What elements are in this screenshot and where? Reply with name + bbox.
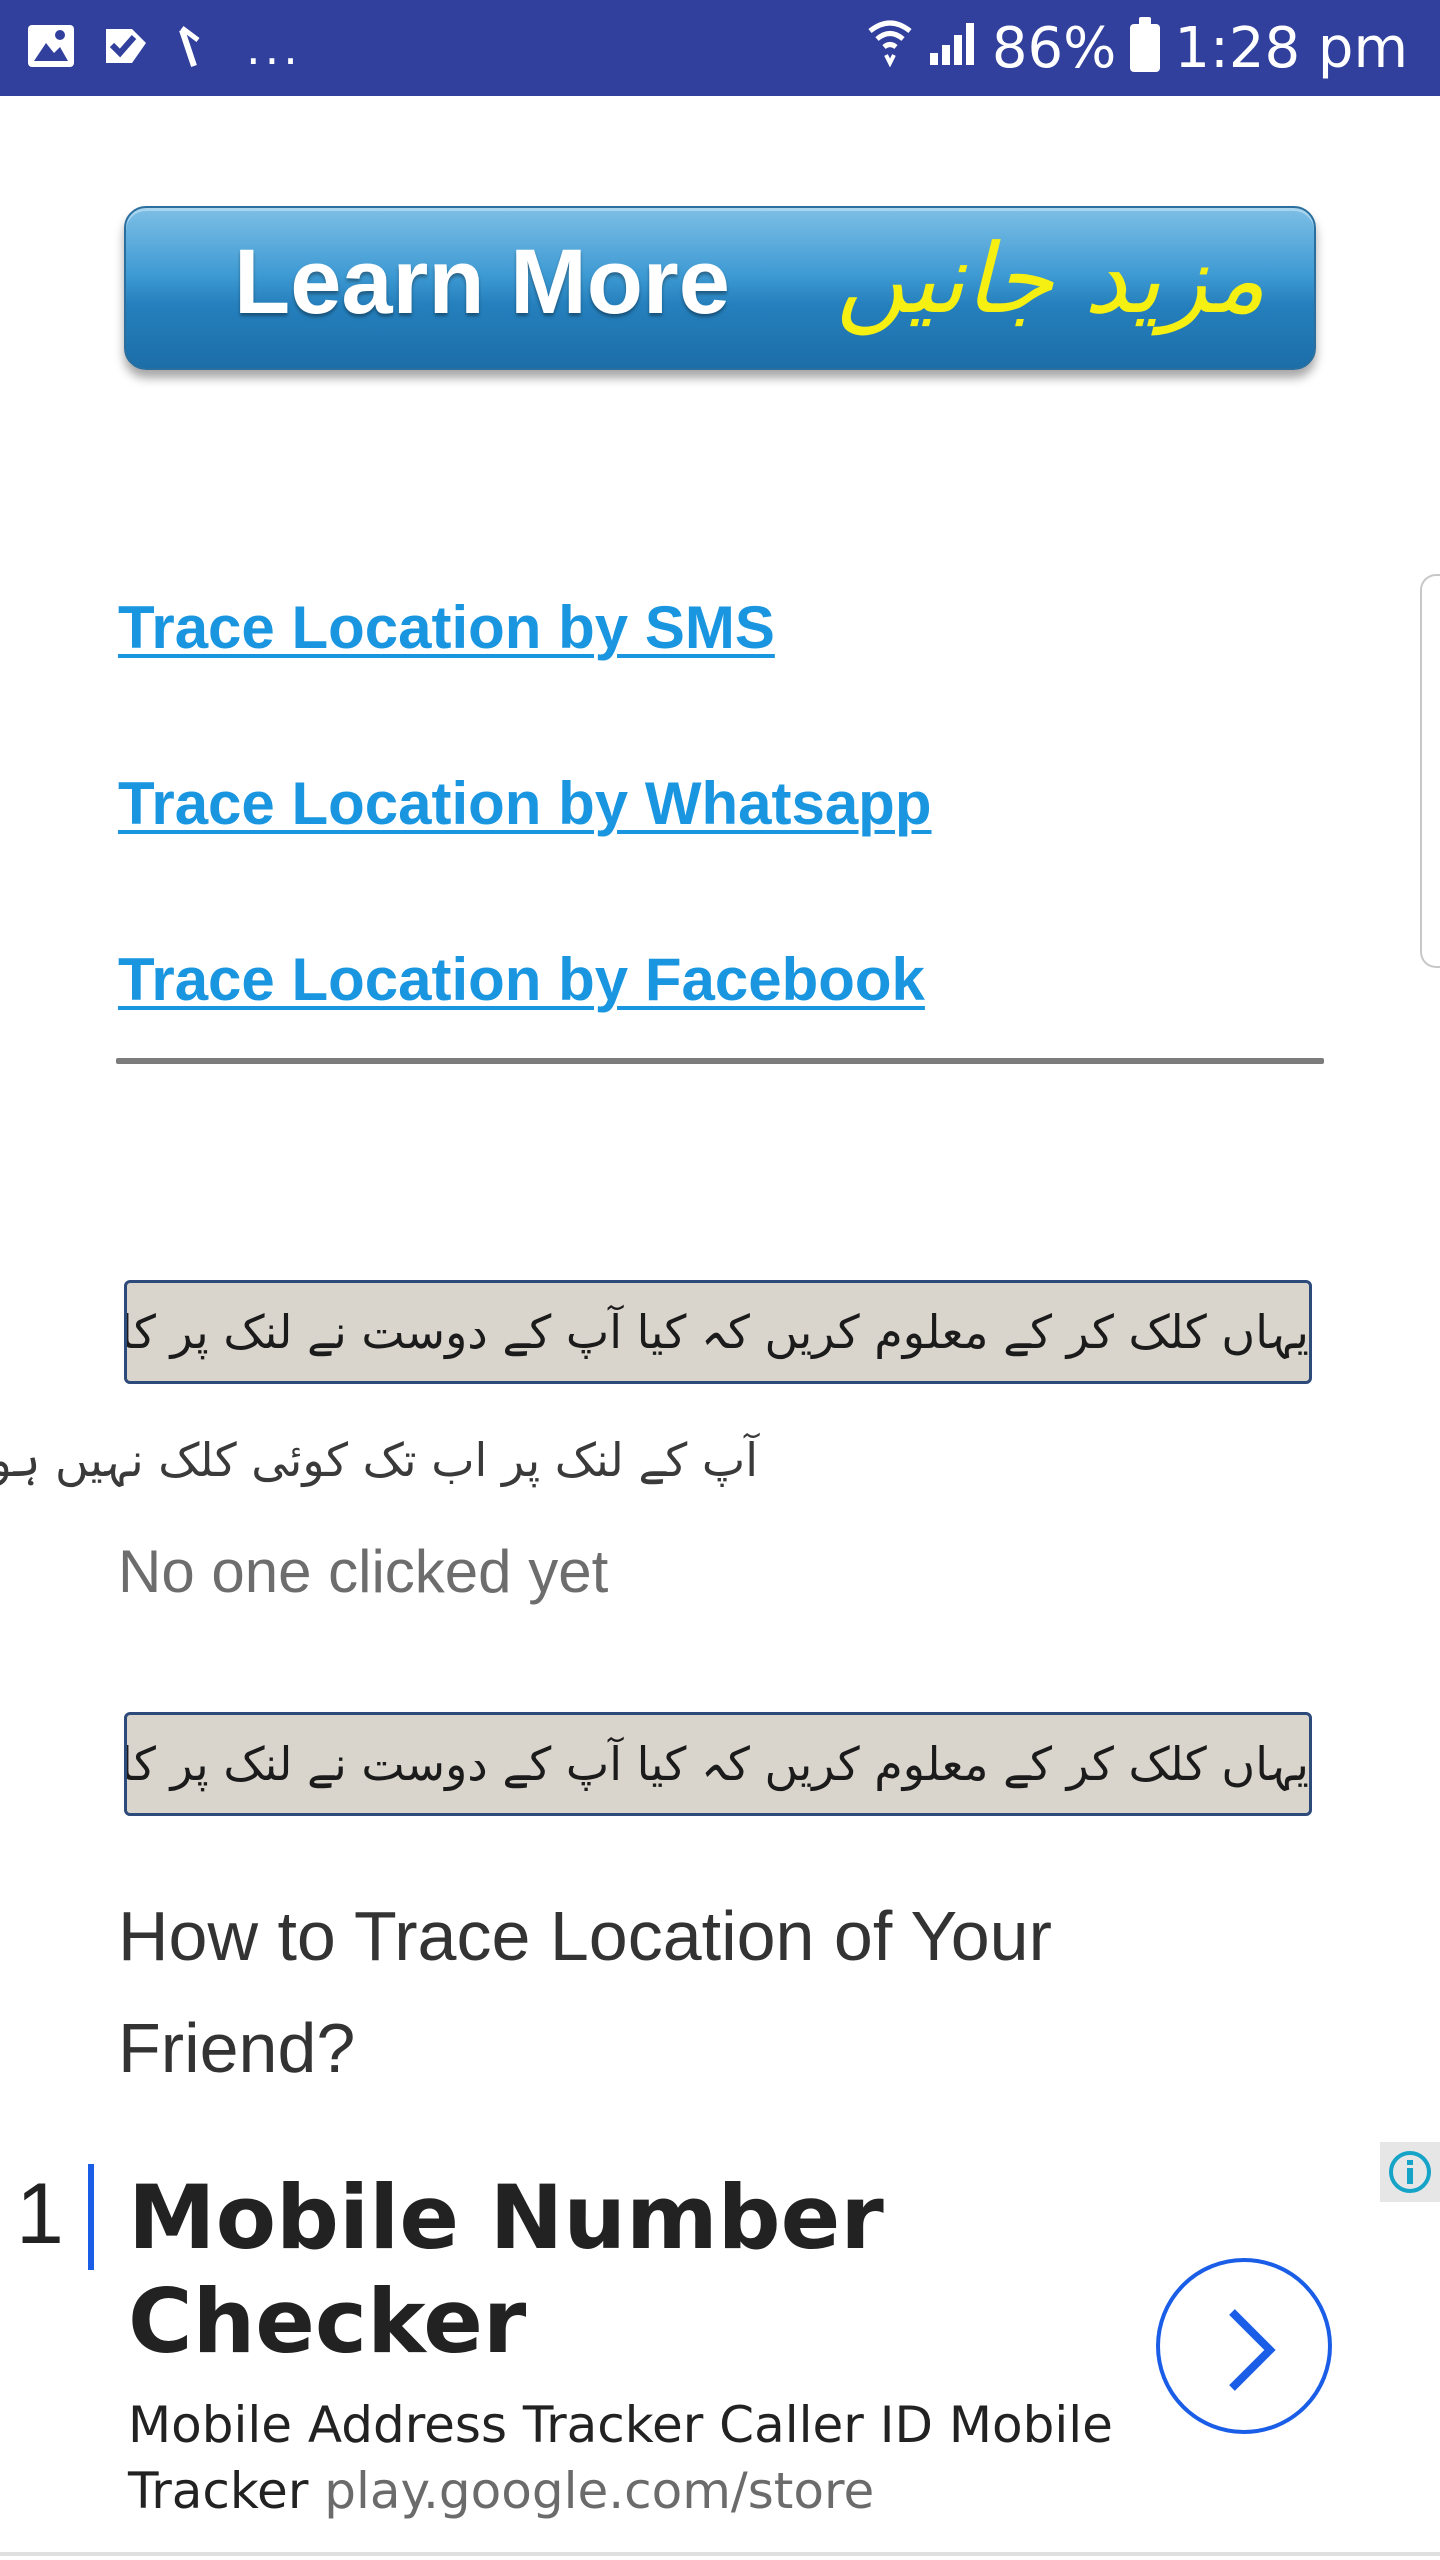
ad-number: 1 bbox=[16, 2166, 64, 2262]
section-heading: How to Trace Location of Your Friend? bbox=[118, 1897, 1052, 2087]
battery-percent: 86% bbox=[991, 15, 1117, 81]
ad-open-button[interactable] bbox=[1156, 2258, 1332, 2434]
trace-links: Trace Location by SMS Trace Location by … bbox=[118, 580, 932, 1108]
link-trace-by-facebook[interactable]: Trace Location by Facebook bbox=[118, 932, 932, 1108]
task-check-icon bbox=[102, 23, 150, 73]
battery-icon bbox=[1130, 17, 1161, 72]
learn-more-label: Learn More bbox=[234, 231, 730, 333]
wifi-icon bbox=[866, 15, 914, 81]
ad-info-icon[interactable] bbox=[1380, 2142, 1440, 2202]
more-notifications: ... bbox=[246, 21, 302, 75]
missed-call-icon bbox=[176, 22, 216, 74]
clock: 1:28 pm bbox=[1174, 15, 1408, 81]
check-click-button[interactable]: یہاں کلک کر کے معلوم کریں کہ کیا آپ کے د… bbox=[124, 1280, 1312, 1384]
check-click-button-2[interactable]: یہاں کلک کر کے معلوم کریں کہ کیا آپ کے د… bbox=[124, 1712, 1312, 1816]
learn-more-urdu-label: مزید جانیں bbox=[836, 223, 1266, 335]
chevron-right-icon bbox=[1229, 2309, 1276, 2391]
ad-title[interactable]: Mobile Number Checker bbox=[128, 2166, 1028, 2374]
bottom-divider bbox=[0, 2552, 1440, 2556]
image-icon bbox=[26, 23, 76, 73]
learn-more-button[interactable]: Learn More مزید جانیں bbox=[124, 206, 1316, 370]
ad-accent-bar bbox=[88, 2164, 94, 2270]
click-status-urdu: آپ کے لنک پر اب تک کوئی کلک نہیں ہوئی bbox=[0, 1433, 758, 1487]
click-status: No one clicked yet bbox=[118, 1538, 609, 1605]
link-trace-by-whatsapp[interactable]: Trace Location by Whatsapp bbox=[118, 756, 932, 932]
ad-url[interactable]: play.google.com/store bbox=[324, 2462, 874, 2520]
divider bbox=[116, 1058, 1324, 1064]
signal-icon bbox=[928, 16, 978, 81]
status-bar: ... 86% 1:28 pm bbox=[0, 0, 1440, 96]
link-trace-by-sms[interactable]: Trace Location by SMS bbox=[118, 580, 932, 756]
ad-description: Mobile Address Tracker Caller ID Mobile … bbox=[128, 2392, 1128, 2524]
side-panel-handle[interactable] bbox=[1420, 574, 1440, 968]
